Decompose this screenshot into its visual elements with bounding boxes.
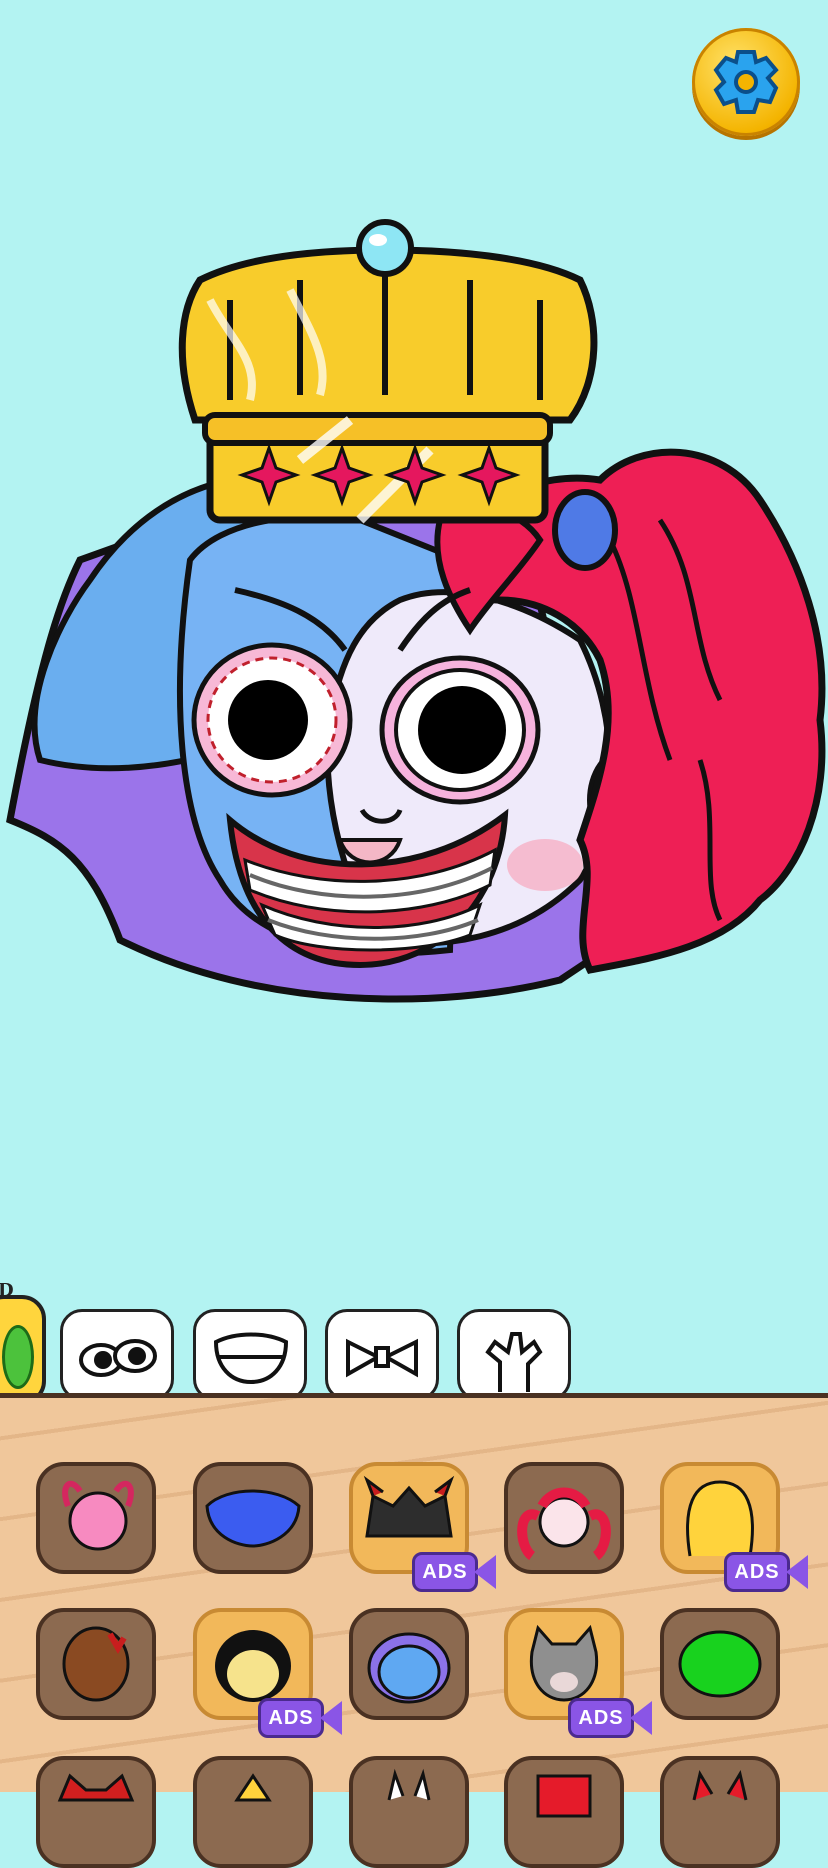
tab-face[interactable]: [0, 1295, 46, 1405]
tab-hands[interactable]: [457, 1309, 571, 1401]
green-head-thumbnail: [678, 1630, 762, 1698]
brown-head-thumbnail: [62, 1626, 130, 1702]
pink-hair-thumbnail: [62, 1480, 134, 1551]
ads-badge: ADS: [412, 1552, 496, 1592]
item-red-pigtail-head[interactable]: [504, 1462, 624, 1574]
left-eye: [191, 642, 353, 798]
mouth-icon: [213, 1332, 289, 1385]
character-canvas: [6, 219, 826, 1003]
red-demon-thumbnail: [57, 1773, 135, 1802]
tab-accessory[interactable]: [325, 1309, 439, 1401]
item-red-box-head[interactable]: [504, 1756, 624, 1868]
item-blue-hair[interactable]: [193, 1462, 313, 1574]
item-pink-pigtails-hair[interactable]: [36, 1462, 156, 1574]
bow-icon: [346, 1338, 418, 1378]
leaf-icon: [2, 1325, 34, 1389]
yellow-head-thumbnail: [234, 1773, 272, 1802]
red-box-thumbnail: [536, 1774, 592, 1818]
ads-label: ADS: [412, 1552, 478, 1592]
item-panel: ADS ADS ADS ADS: [0, 1393, 828, 1868]
item-brown-bloody-head[interactable]: [36, 1608, 156, 1720]
ads-badge: ADS: [258, 1698, 342, 1738]
item-white-ears-head[interactable]: [349, 1756, 469, 1868]
red-pigtail-thumbnail: [517, 1487, 611, 1561]
blue-furry-thumbnail: [367, 1632, 451, 1704]
item-red-demon-head[interactable]: [36, 1756, 156, 1868]
ads-label: ADS: [258, 1698, 324, 1738]
crown: [178, 219, 598, 524]
ads-badge: ADS: [724, 1552, 808, 1592]
tab-eyes[interactable]: [60, 1309, 174, 1401]
category-tabs: [0, 1295, 828, 1405]
right-eye: [379, 655, 541, 805]
item-blue-furry-head[interactable]: [349, 1608, 469, 1720]
hand-icon: [485, 1332, 543, 1392]
ads-label: ADS: [568, 1698, 634, 1738]
item-yellow-head[interactable]: [193, 1756, 313, 1868]
ads-badge: ADS: [568, 1698, 652, 1738]
tab-mouth[interactable]: [193, 1309, 307, 1401]
item-red-horns-head[interactable]: [660, 1756, 780, 1868]
white-ears-thumbnail: [387, 1768, 431, 1801]
red-horns-thumbnail: [692, 1770, 748, 1801]
item-green-head[interactable]: [660, 1608, 780, 1720]
game-screen: D ADS ADS ADS ADS: [0, 0, 828, 1868]
blue-hair-thumbnail: [205, 1489, 301, 1548]
ads-label: ADS: [724, 1552, 790, 1592]
eyes-icon: [79, 1339, 157, 1377]
